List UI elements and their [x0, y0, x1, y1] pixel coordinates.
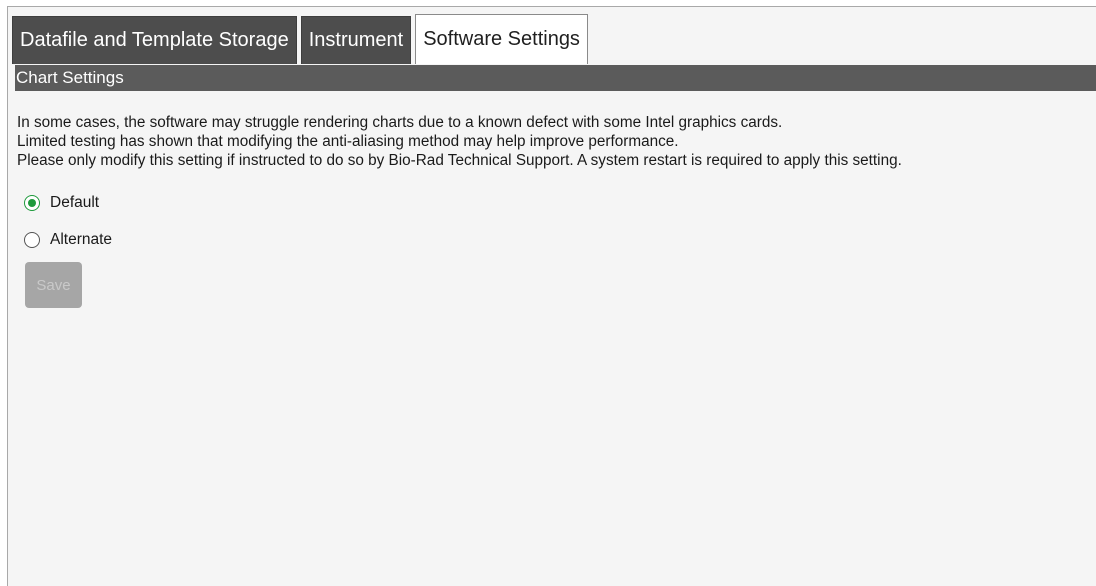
radio-button-checked-icon[interactable] [24, 195, 40, 211]
tab-label: Software Settings [423, 28, 580, 50]
save-button[interactable]: Save [25, 262, 82, 308]
radio-label: Default [50, 194, 100, 211]
description-text: In some cases, the software may struggle… [17, 113, 902, 170]
radio-option-alternate[interactable]: Alternate [24, 231, 112, 249]
radio-label: Alternate [50, 231, 113, 248]
radio-option-default[interactable]: Default [24, 194, 99, 212]
tab-label: Datafile and Template Storage [20, 29, 289, 51]
tab-label: Instrument [308, 29, 404, 51]
description-line: Please only modify this setting if instr… [17, 152, 902, 169]
description-line: In some cases, the software may struggle… [17, 114, 783, 131]
section-header-chart-settings: Chart Settings [15, 65, 1096, 91]
description-line: Limited testing has shown that modifying… [17, 133, 679, 150]
radio-button-unchecked-icon[interactable] [24, 232, 40, 248]
tab-bar: Datafile and Template Storage Instrument… [8, 11, 588, 64]
tab-software-settings[interactable]: Software Settings [415, 14, 588, 64]
tab-instrument[interactable]: Instrument [300, 16, 412, 64]
tab-datafile-template-storage[interactable]: Datafile and Template Storage [12, 16, 297, 64]
settings-panel: Datafile and Template Storage Instrument… [7, 6, 1096, 586]
